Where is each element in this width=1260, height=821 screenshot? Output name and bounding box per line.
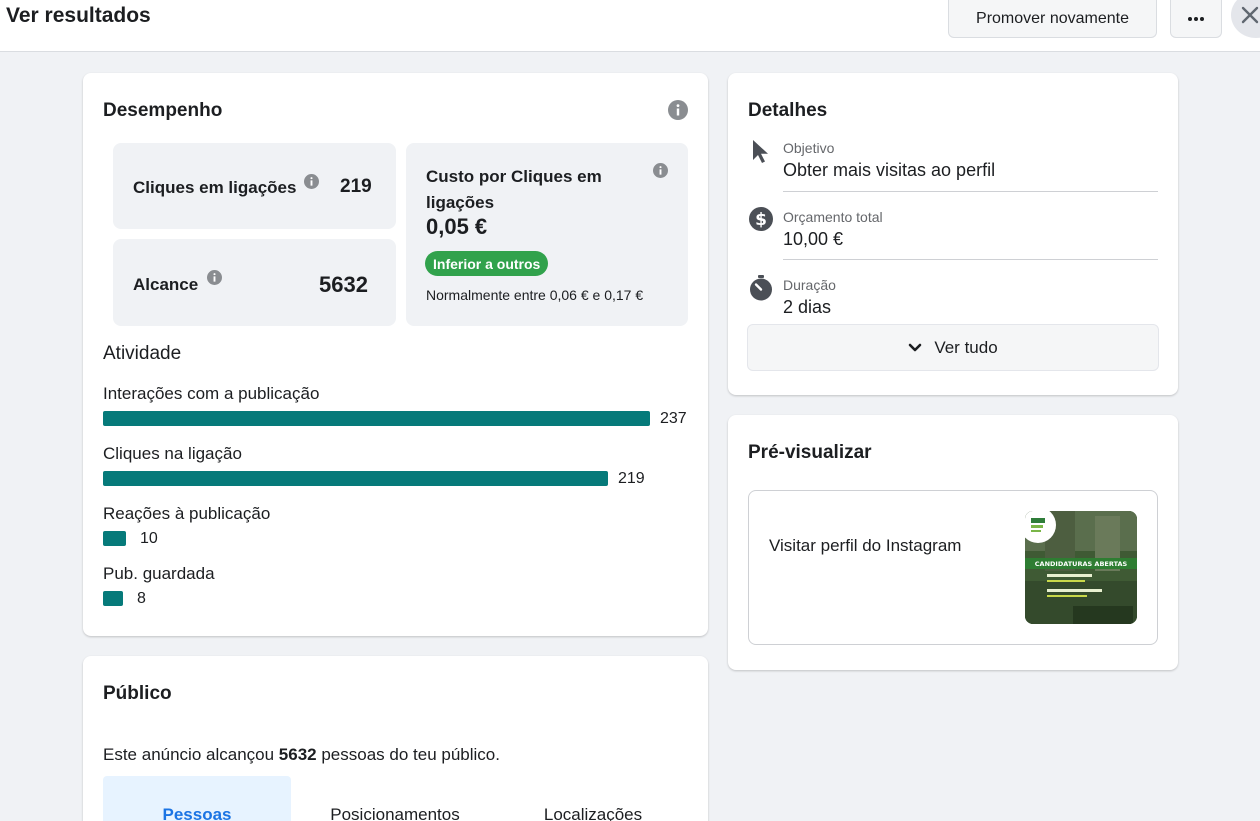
activity-item-label: Pub. guardada (103, 564, 215, 583)
chevron-down-icon (909, 343, 922, 351)
activity-value: 10 (140, 530, 158, 547)
audience-summary: Este anúncio alcançou 5632 pessoas do te… (103, 745, 500, 765)
promote-again-button[interactable]: Promover novamente (948, 0, 1157, 38)
budget-value: 10,00 € (783, 229, 844, 249)
reach-value: 5632 (319, 272, 368, 297)
objective-value: Obter mais visitas ao perfil (783, 160, 996, 180)
budget-label: Orçamento total (783, 209, 883, 225)
activity-item-label: Interações com a publicação (103, 384, 320, 403)
activity-value: 237 (660, 410, 687, 427)
divider (783, 191, 1158, 192)
activity-bar (103, 531, 126, 546)
activity-value: 219 (618, 470, 645, 487)
info-icon[interactable] (668, 100, 688, 120)
thumbnail-banner-text: CANDIDATURAS ABERTAS (1035, 560, 1128, 568)
tab-placements[interactable]: Posicionamentos (301, 776, 489, 821)
audience-text-before: Este anúncio alcançou (103, 745, 279, 764)
cost-per-click-label: Custo por Cliques em ligações (426, 167, 602, 212)
activity-value: 8 (137, 590, 146, 607)
cost-range-text: Normalmente entre 0,06 € e 0,17 € (426, 287, 644, 303)
activity-bar (103, 411, 650, 426)
link-clicks-label: Cliques em ligações (133, 178, 297, 197)
comparison-badge: Inferior a outros (425, 251, 549, 276)
ad-thumbnail-image: CANDIDATURAS ABERTAS (1025, 511, 1137, 624)
info-icon[interactable] (207, 270, 222, 285)
performance-card: Desempenho Cliques em ligações 219 Alcan… (83, 73, 708, 636)
close-icon (1241, 6, 1259, 24)
see-all-button[interactable]: Ver tudo (747, 324, 1159, 371)
top-bar: Ver resultados Promover novamente (0, 0, 1260, 52)
activity-bar (103, 471, 608, 486)
performance-title: Desempenho (103, 100, 223, 121)
duration-value: 2 dias (783, 297, 832, 317)
reach-metric: Alcance 5632 (113, 239, 396, 326)
details-title: Detalhes (748, 100, 828, 121)
preview-title: Pré-visualizar (748, 442, 872, 463)
ad-preview[interactable]: Visitar perfil do Instagram CANDIDATURAS… (748, 490, 1158, 645)
svg-text:$: $ (755, 210, 767, 230)
page-title: Ver resultados (6, 4, 151, 27)
more-icon (1188, 16, 1204, 21)
details-card: Detalhes Objetivo Obter mais visitas ao … (728, 73, 1178, 395)
link-clicks-metric: Cliques em ligações 219 (113, 143, 396, 229)
audience-text-after: pessoas do teu público. (316, 745, 500, 764)
info-icon[interactable] (653, 163, 668, 178)
audience-count: 5632 (278, 745, 317, 764)
activity-title: Atividade (103, 343, 182, 364)
cursor-icon (753, 140, 768, 163)
more-options-button[interactable] (1170, 0, 1222, 38)
cost-per-click-metric: Custo por Cliques em ligações 0,05 € Inf… (406, 143, 688, 326)
tab-locations[interactable]: Localizações (499, 776, 687, 821)
duration-row: Duração 2 dias (748, 274, 1158, 324)
activity-item-label: Cliques na ligação (103, 444, 242, 463)
audience-card: Público Este anúncio alcançou 5632 pesso… (83, 656, 708, 821)
activity-bar (103, 591, 123, 606)
budget-row: $ Orçamento total 10,00 € (748, 206, 1158, 256)
activity-item-label: Reações à publicação (103, 504, 271, 523)
info-icon[interactable] (304, 174, 319, 189)
close-button[interactable] (1231, 0, 1260, 38)
link-clicks-value: 219 (340, 176, 372, 197)
objective-label: Objetivo (783, 140, 835, 156)
objective-row: Objetivo Obter mais visitas ao perfil (748, 138, 1158, 188)
preview-cta: Visitar perfil do Instagram (769, 536, 962, 555)
stopwatch-icon (750, 275, 772, 301)
divider (783, 259, 1158, 260)
duration-label: Duração (783, 277, 836, 293)
see-all-label: Ver tudo (934, 337, 998, 357)
dollar-icon: $ (749, 207, 773, 231)
reach-label: Alcance (133, 275, 199, 294)
cost-per-click-value: 0,05 € (426, 214, 488, 239)
audience-title: Público (103, 683, 172, 704)
tab-people[interactable]: Pessoas (103, 776, 291, 821)
preview-card: Pré-visualizar Visitar perfil do Instagr… (728, 415, 1178, 670)
ad-thumbnail: CANDIDATURAS ABERTAS (1025, 511, 1137, 624)
